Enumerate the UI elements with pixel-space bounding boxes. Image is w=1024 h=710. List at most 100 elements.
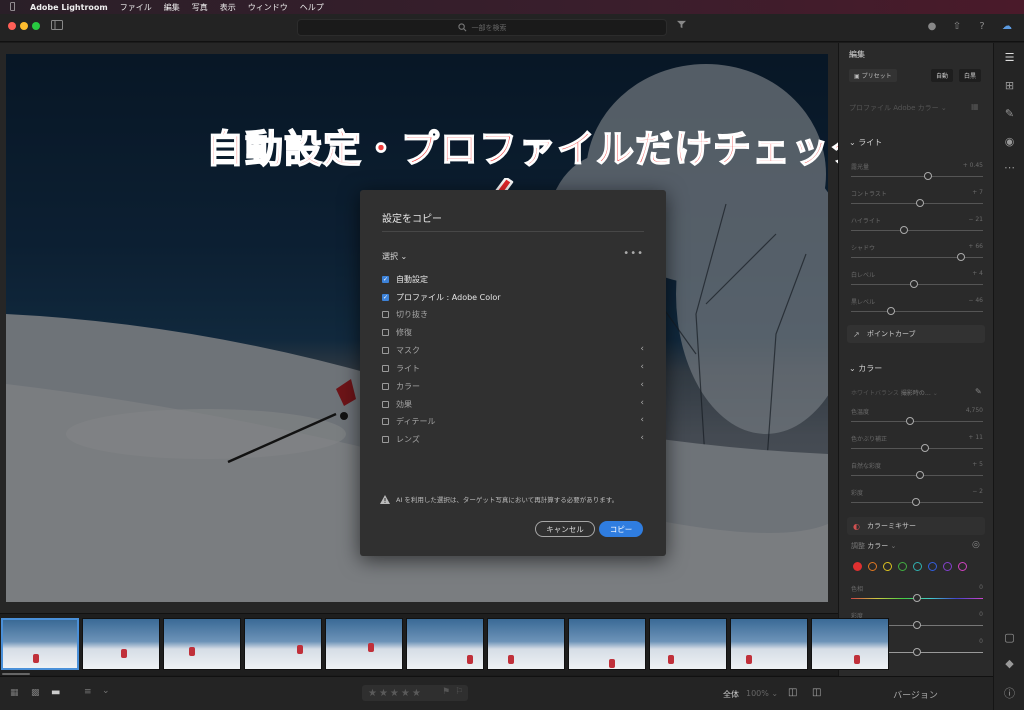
- filmstrip-thumbnail[interactable]: [649, 618, 727, 670]
- checkbox-heal[interactable]: [382, 328, 389, 336]
- slider-value[interactable]: + 0.45: [963, 162, 983, 172]
- profile-browser-icon[interactable]: ▦: [971, 102, 979, 111]
- option-mask[interactable]: マスク ‹: [382, 344, 644, 356]
- chevron-left-icon[interactable]: ‹: [640, 380, 644, 390]
- option-profile[interactable]: ✓ プロファイル : Adobe Color: [382, 291, 644, 303]
- filmstrip-thumbnail[interactable]: [244, 618, 322, 670]
- tag-icon[interactable]: ◆: [1003, 657, 1016, 670]
- slider-knob[interactable]: [886, 307, 895, 315]
- filter-icon[interactable]: [674, 20, 688, 34]
- sort-icon[interactable]: ≡: [84, 687, 92, 697]
- slider-track[interactable]: [851, 172, 983, 180]
- filmstrip-thumbnail[interactable]: [163, 618, 241, 670]
- comment-icon[interactable]: ▢: [1003, 631, 1016, 644]
- flag-icon[interactable]: ⚑: [442, 687, 452, 697]
- slider-track[interactable]: [851, 307, 983, 315]
- slider-value[interactable]: 0: [979, 611, 983, 621]
- chevron-left-icon[interactable]: ‹: [640, 362, 644, 372]
- slider-track[interactable]: [851, 444, 983, 452]
- split-view-icon[interactable]: ◫: [812, 687, 821, 698]
- slider-track[interactable]: [851, 498, 983, 506]
- checkbox-auto-settings[interactable]: ✓: [382, 275, 389, 283]
- checkbox-mask[interactable]: [382, 346, 389, 354]
- share-icon[interactable]: ⇧: [950, 20, 964, 34]
- slider-value[interactable]: − 21: [968, 216, 983, 226]
- slider-knob[interactable]: [956, 253, 965, 261]
- minimize-window-button[interactable]: [20, 22, 28, 30]
- select-dropdown[interactable]: 選択 ⌄: [382, 251, 407, 262]
- slider-track[interactable]: [851, 280, 983, 288]
- stars[interactable]: ★★★★★: [368, 688, 423, 699]
- slider-knob[interactable]: [923, 172, 932, 180]
- before-after-icon[interactable]: ◫: [788, 687, 797, 698]
- more-options-icon[interactable]: •••: [623, 248, 644, 259]
- color-swatch[interactable]: [898, 562, 907, 571]
- slider-knob[interactable]: [920, 444, 929, 452]
- checkbox-color[interactable]: [382, 382, 389, 390]
- star-rating[interactable]: ★★★★★ ⚑ ⚐: [362, 685, 468, 701]
- checkbox-crop[interactable]: [382, 310, 389, 318]
- color-swatch[interactable]: [868, 562, 877, 571]
- slider-knob[interactable]: [915, 471, 924, 479]
- option-effects[interactable]: 効果 ‹: [382, 398, 644, 410]
- cancel-button[interactable]: キャンセル: [535, 521, 595, 537]
- option-crop[interactable]: 切り抜き: [382, 308, 644, 320]
- color-swatch[interactable]: [943, 562, 952, 571]
- eyedropper-icon[interactable]: ✎: [975, 387, 982, 396]
- fit-button[interactable]: 全体: [723, 689, 739, 700]
- adjust-selector[interactable]: 調整 カラー ⌄: [851, 541, 896, 551]
- menu-help[interactable]: ヘルプ: [300, 2, 324, 13]
- masking-icon[interactable]: ◉: [1003, 135, 1016, 148]
- filmstrip-thumbnail[interactable]: [811, 618, 889, 670]
- slider-knob[interactable]: [899, 226, 908, 234]
- chevron-left-icon[interactable]: ‹: [640, 433, 644, 443]
- notification-bell-icon[interactable]: ●: [925, 20, 939, 34]
- zoom-level[interactable]: 100% ⌄: [746, 689, 778, 698]
- chevron-left-icon[interactable]: ‹: [640, 398, 644, 408]
- option-light[interactable]: ライト ‹: [382, 362, 644, 374]
- slider-track[interactable]: [851, 417, 983, 425]
- filmstrip-thumbnail[interactable]: [487, 618, 565, 670]
- slider-track[interactable]: [851, 594, 983, 602]
- light-section-header[interactable]: ⌄ ライト: [849, 137, 882, 148]
- chevron-left-icon[interactable]: ‹: [640, 344, 644, 354]
- option-lens[interactable]: レンズ ‹: [382, 433, 644, 445]
- auto-button[interactable]: 自動: [931, 69, 954, 82]
- edit-sliders-icon[interactable]: ☰: [1003, 51, 1016, 64]
- healing-brush-icon[interactable]: ✎: [1003, 107, 1016, 120]
- versions-button[interactable]: バージョン: [838, 683, 993, 705]
- filmstrip-thumbnail[interactable]: [325, 618, 403, 670]
- square-grid-icon[interactable]: ▩: [31, 688, 40, 698]
- checkbox-light[interactable]: [382, 364, 389, 372]
- slider-knob[interactable]: [913, 594, 921, 602]
- point-curve-row[interactable]: ↗ ポイントカーブ: [847, 325, 985, 343]
- grid-view-icon[interactable]: ▦: [10, 688, 19, 698]
- color-section-header[interactable]: ⌄ カラー: [849, 363, 882, 374]
- option-color[interactable]: カラー ‹: [382, 380, 644, 392]
- option-heal[interactable]: 修復: [382, 326, 644, 338]
- slider-knob[interactable]: [911, 498, 920, 506]
- zoom-window-button[interactable]: [32, 22, 40, 30]
- color-swatch[interactable]: [928, 562, 937, 571]
- slider-track[interactable]: [851, 253, 983, 261]
- menu-view[interactable]: 表示: [220, 2, 236, 13]
- slider-value[interactable]: 0: [979, 584, 983, 594]
- slider-knob[interactable]: [915, 199, 924, 207]
- copy-button[interactable]: コピー: [599, 521, 643, 537]
- close-window-button[interactable]: [8, 22, 16, 30]
- white-balance-row[interactable]: ホワイトバランス 撮影時の… ⌄: [851, 388, 938, 397]
- profile-selector[interactable]: プロファイル Adobe カラー ⌄: [849, 103, 947, 113]
- filmstrip-thumbnail[interactable]: [1, 618, 79, 670]
- slider-knob[interactable]: [913, 621, 921, 629]
- checkbox-detail[interactable]: [382, 417, 389, 425]
- option-detail[interactable]: ディテール ‹: [382, 415, 644, 427]
- slider-knob[interactable]: [910, 280, 919, 288]
- crop-icon[interactable]: ⊞: [1003, 79, 1016, 92]
- slider-value[interactable]: − 46: [968, 297, 983, 307]
- presets-button[interactable]: ▣ プリセット: [849, 69, 897, 82]
- slider-value[interactable]: + 11: [968, 434, 983, 444]
- apple-icon[interactable]: : [10, 2, 24, 12]
- slider-value[interactable]: + 5: [972, 461, 983, 471]
- color-swatch[interactable]: [853, 562, 862, 571]
- cloud-sync-icon[interactable]: ☁: [1000, 20, 1014, 34]
